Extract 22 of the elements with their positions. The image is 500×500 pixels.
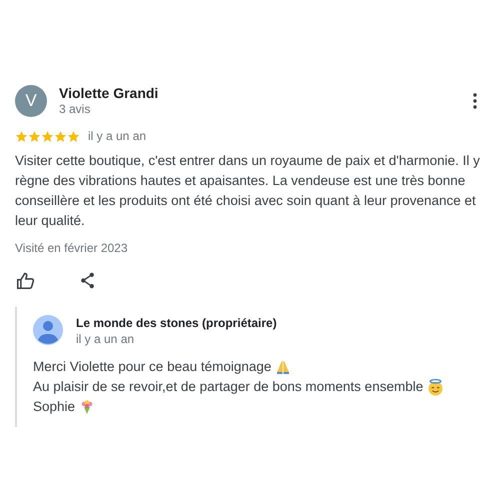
more-options-icon[interactable] [473,93,477,109]
smiling-face-icon [427,378,444,396]
user-avatar-icon [33,315,63,345]
reply-text-line: Au plaisir de se revoir,et de partager de bons moments ensemble [33,378,424,396]
review-time: il y a un an [88,128,146,145]
review-text: Visiter cette boutique, c'est entrer dans un royaume de paix et d'harmonie. Il y règne des vibrations hautes et apaisantes. La vendeuse est une très bonne conseillère et les produits ont été choisi avec soin quant à leur provenance et leur qualité. [15,152,481,230]
star-icon [41,130,54,142]
owner-name: Le monde des stones (propriétaire) [76,315,277,331]
visit-date: Visité en février 2023 [15,240,129,257]
star-icon [15,130,28,142]
reply-text-line: Sophie [33,398,76,416]
star-icon [28,130,41,142]
star-icon [67,130,80,142]
reply-time: il y a un an [76,331,136,347]
share-icon[interactable] [79,272,96,289]
review-count: 3 avis [59,102,92,117]
praying-hands-icon [275,359,292,375]
reply-text-line: Merci Violette pour ce beau témoignage [33,358,272,376]
star-icon [54,130,67,142]
avatar: V [15,85,47,117]
thumbs-up-icon[interactable] [16,272,35,289]
author-name[interactable]: Violette Grandi [59,85,158,102]
